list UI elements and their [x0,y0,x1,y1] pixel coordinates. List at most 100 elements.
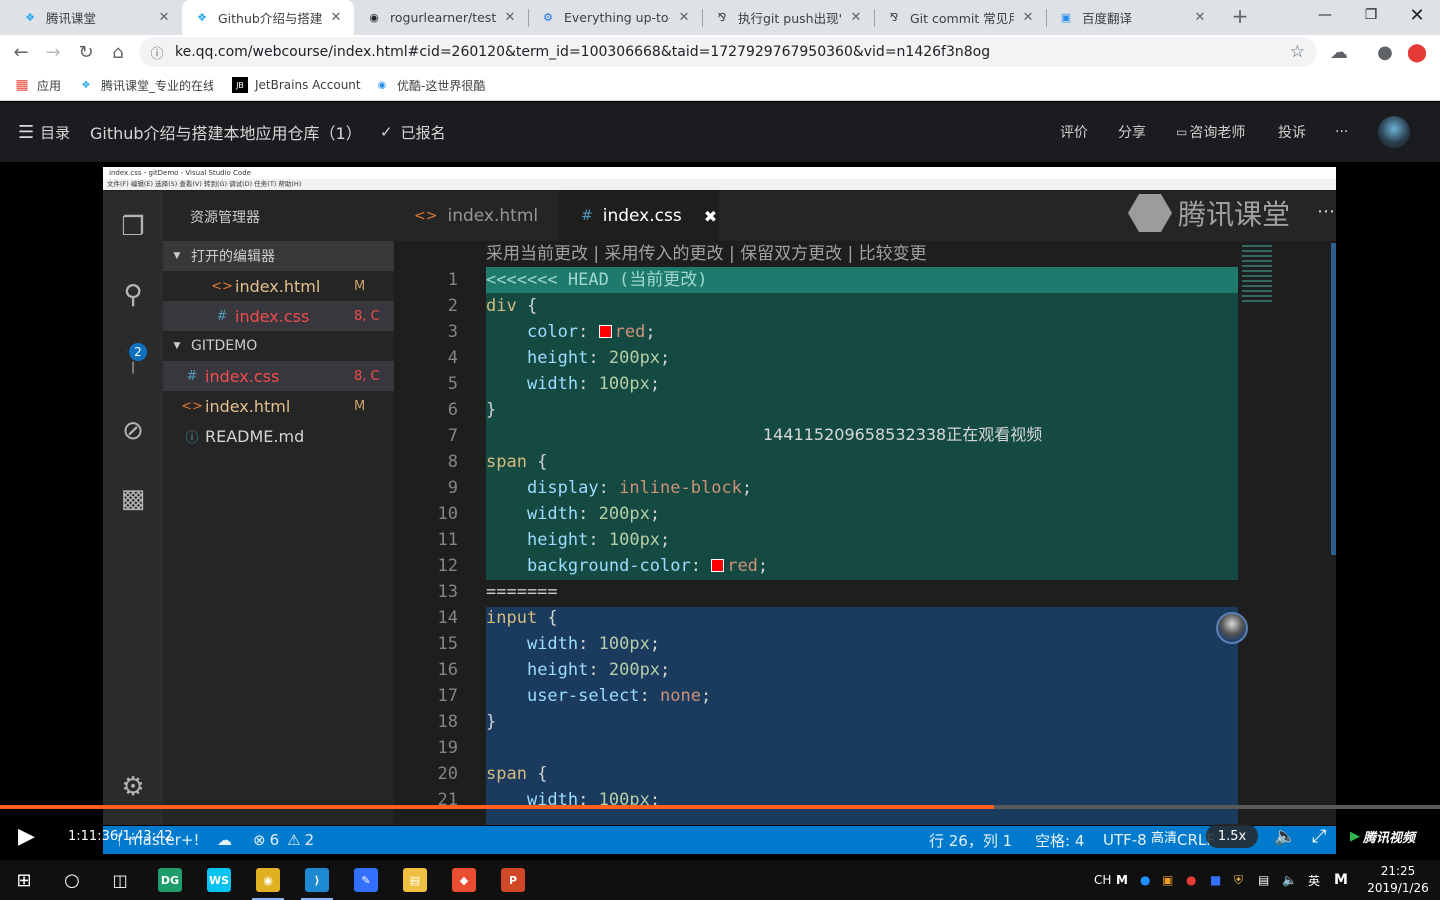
close-tab-icon[interactable]: ✕ [1020,10,1036,25]
color-swatch-icon[interactable] [711,559,725,572]
code-line[interactable]: div { [486,293,537,319]
speed-button[interactable]: 1.5x [1206,824,1258,848]
code-line[interactable]: width: 100px; [486,787,660,813]
browser-tab[interactable]: ◉ rogurlearner/test-a ✕ [354,0,528,35]
extensions-icon[interactable]: ▩ [113,479,153,519]
code-line[interactable]: span { [486,761,547,787]
color-swatch-icon[interactable] [598,325,612,338]
browser-tab[interactable]: ❖ Github介绍与搭建本地应用仓库 ✕ [182,0,354,35]
back-button[interactable]: ← [8,39,34,65]
webstorm-icon[interactable]: WS [195,860,243,900]
minimap[interactable] [1238,241,1336,825]
video-progress-bar[interactable] [0,805,1440,809]
project-section[interactable]: ▼ GITDEMO [163,331,394,361]
file-tree-item[interactable]: ⓘ README.md [163,421,394,451]
feishu-icon[interactable]: ✎ [342,860,390,900]
network-tray-icon[interactable]: ▤ [1258,860,1269,900]
share-button[interactable]: 分享 [1118,102,1146,162]
bookmark-apps[interactable]: ▦ 应用 [14,69,61,101]
file-tree-item[interactable]: # index.css 8, C [163,361,394,391]
editor-scrollbar[interactable] [1331,243,1336,555]
extension-icon[interactable]: ☁ [1326,39,1352,65]
home-button[interactable]: ⌂ [105,39,131,65]
weibo-tray-icon[interactable]: ● [1186,860,1196,900]
code-line[interactable]: height: 200px; [486,345,670,371]
bookmark-tencent-classroom[interactable]: ❖ 腾讯课堂_专业的在线 [78,69,213,101]
catalog-button[interactable]: ☰ 目录 [18,102,70,162]
browser-tab[interactable]: ⅋ 执行git push出现"E ✕ [702,0,874,35]
browser-tab[interactable]: ❖ 腾讯课堂 ✕ [10,0,182,35]
reload-button[interactable]: ↻ [73,39,99,65]
browser-tab[interactable]: ⚙ Everything up-to-d ✕ [528,0,702,35]
close-tab-icon[interactable]: ✕ [502,10,518,25]
profile-icon[interactable]: ● [1372,39,1398,65]
volume-icon[interactable]: 🔈 [1274,818,1296,854]
new-tab-button[interactable]: + [1228,4,1252,30]
editor-more-icon[interactable]: ⋯ [1317,201,1335,222]
editor-tab-html[interactable]: <> index.html [394,191,559,241]
git-icon[interactable]: ◆ [440,860,488,900]
explorer-icon[interactable]: ❐ [113,207,153,247]
browser-tab[interactable]: ▣ 百度翻译 ✕ [1046,0,1218,35]
quality-button[interactable]: 高清 [1138,824,1190,848]
chrome-icon[interactable]: ◉ [244,860,292,900]
file-tree-item[interactable]: <> index.html M [163,391,394,421]
address-bar[interactable]: ⓘ ke.qq.com/webcourse/index.html#cid=260… [139,37,1317,67]
close-tab-icon[interactable]: ✕ [156,10,172,25]
notification-app-icon[interactable]: M [1334,860,1348,900]
bookmark-youku[interactable]: ◉ 优酷-这世界很酷 [374,69,486,101]
sync-icon[interactable]: ☁ [217,826,232,854]
cortana-search-icon[interactable]: ○ [48,860,96,900]
bookmark-jetbrains[interactable]: JB JetBrains Account [232,69,361,101]
code-line[interactable]: background-color: red; [486,553,768,579]
open-editors-section[interactable]: ▼ 打开的编辑器 [163,241,394,271]
tray-app-icon[interactable]: M [1116,860,1128,900]
minimize-window-button[interactable]: — [1302,0,1348,30]
indentation-status[interactable]: 空格: 4 [1035,826,1084,854]
cursor-position[interactable]: 行 26，列 1 [929,826,1012,854]
feishu-tray-icon[interactable]: ■ [1210,860,1221,900]
forward-button[interactable]: → [40,39,66,65]
file-explorer-icon[interactable]: ▤ [391,860,439,900]
code-line[interactable]: } [486,397,496,423]
windows-start-icon[interactable]: ⊞ [0,860,48,900]
system-clock[interactable]: 21:25 2019/1/26 [1360,863,1436,897]
rate-button[interactable]: 评价 [1060,102,1088,162]
code-editor[interactable]: 采用当前更改 | 采用传入的更改 | 保留双方更改 | 比较变更 1234567… [394,241,1336,825]
code-line[interactable]: } [486,709,496,735]
ime-indicator[interactable]: CH [1094,860,1111,900]
open-editor-item[interactable]: <> index.html M [163,271,394,301]
code-line[interactable]: input { [486,605,558,631]
code-line[interactable]: color: red; [486,319,656,345]
notification-extension-icon[interactable]: ⬤ [1404,39,1430,65]
powerpoint-icon[interactable]: P [489,860,537,900]
close-tab-icon[interactable]: ✕ [848,10,864,25]
search-icon[interactable]: ⚲ [113,275,153,315]
debug-icon[interactable]: ⊘ [113,411,153,451]
datagrip-icon[interactable]: DG [146,860,194,900]
security-tray-icon[interactable]: ⛨ [1234,860,1243,900]
user-avatar[interactable] [1378,116,1410,148]
maximize-window-button[interactable]: ❐ [1348,0,1394,30]
code-line[interactable]: height: 200px; [486,657,670,683]
fullscreen-icon[interactable]: ⤢ [1312,818,1326,854]
code-line[interactable]: <<<<<<< HEAD (当前更改) [486,267,708,293]
code-line[interactable]: width: 200px; [486,501,660,527]
close-tab-icon[interactable]: ✕ [676,10,692,25]
close-tab-icon[interactable]: ✕ [1192,10,1208,25]
report-button[interactable]: 投诉 [1278,102,1306,162]
volume-tray-icon[interactable]: 🔈 [1282,860,1297,900]
tray-folder-icon[interactable]: ▣ [1162,860,1173,900]
code-line[interactable]: width: 100px; [486,631,660,657]
close-tab-icon[interactable]: ✕ [328,10,344,25]
settings-gear-icon[interactable]: ⚙ [113,767,153,807]
close-tab-icon[interactable]: ✖ [704,207,717,226]
code-line[interactable]: ======= [486,579,558,605]
open-editor-item[interactable]: # index.css 8, C [163,301,394,331]
editor-tab-css[interactable]: # index.css ✖ [559,191,719,241]
video-frame[interactable]: index.css - gitDemo - Visual Studio Code… [103,167,1336,825]
browser-tab[interactable]: ⅋ Git commit 常见用 ✕ [874,0,1046,35]
code-line[interactable]: height: 100px; [486,527,670,553]
code-line[interactable]: display: inline-block; [486,475,752,501]
close-window-button[interactable]: ✕ [1394,0,1440,30]
